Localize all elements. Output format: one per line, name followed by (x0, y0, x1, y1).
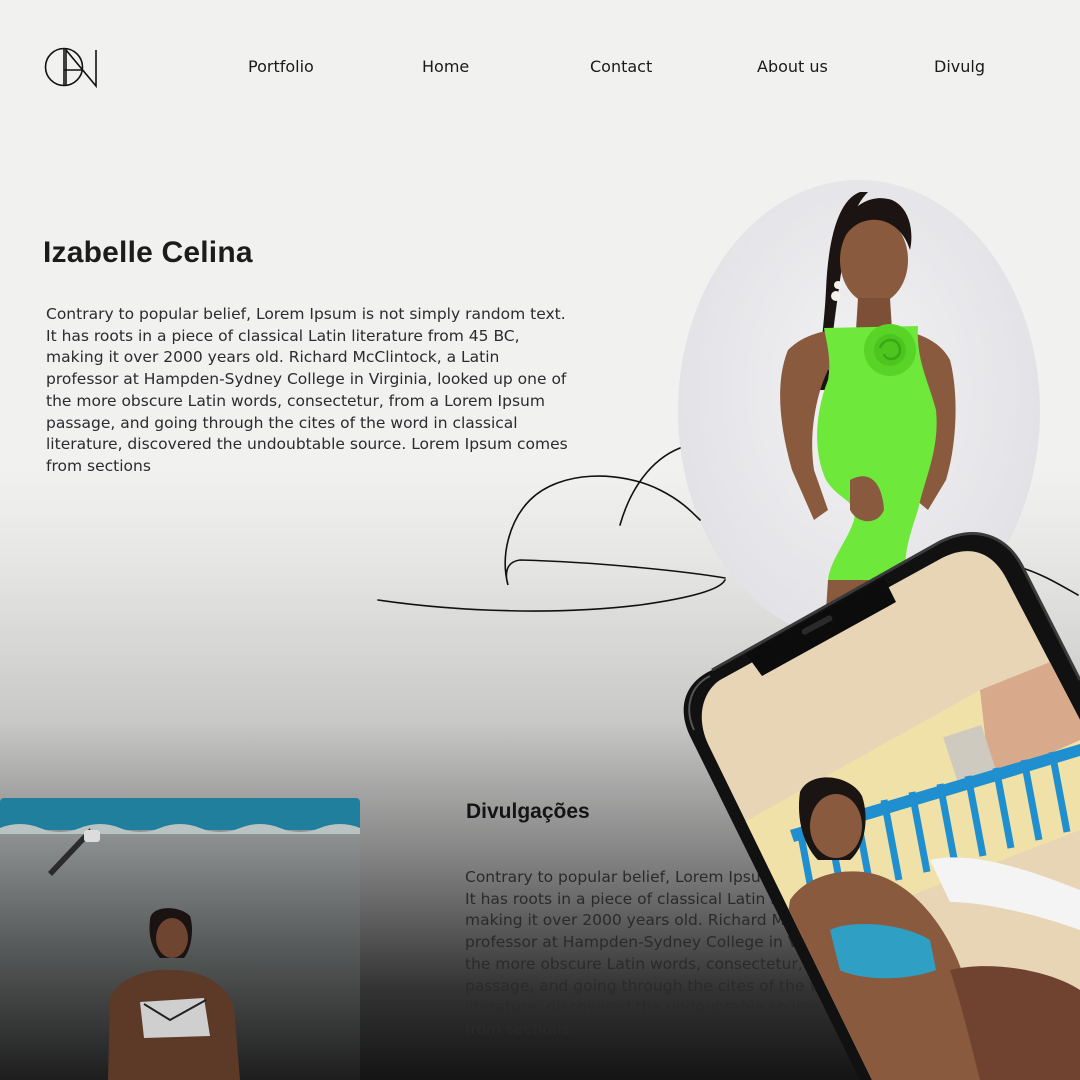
hero-description: Contrary to popular belief, Lorem Ipsum … (46, 305, 568, 475)
nav-portfolio[interactable]: Portfolio (248, 57, 314, 76)
nav-home[interactable]: Home (422, 57, 469, 76)
section-title: Divulgações (466, 800, 590, 823)
nav-about-us[interactable]: About us (757, 57, 828, 76)
brand-logo[interactable] (44, 46, 100, 88)
hero-title: Izabelle Celina (43, 236, 253, 269)
portfolio-photo-card[interactable] (0, 798, 360, 1080)
nav-divulg[interactable]: Divulg (934, 57, 985, 76)
phone-mockup (683, 532, 1080, 1080)
nav-contact[interactable]: Contact (590, 57, 652, 76)
